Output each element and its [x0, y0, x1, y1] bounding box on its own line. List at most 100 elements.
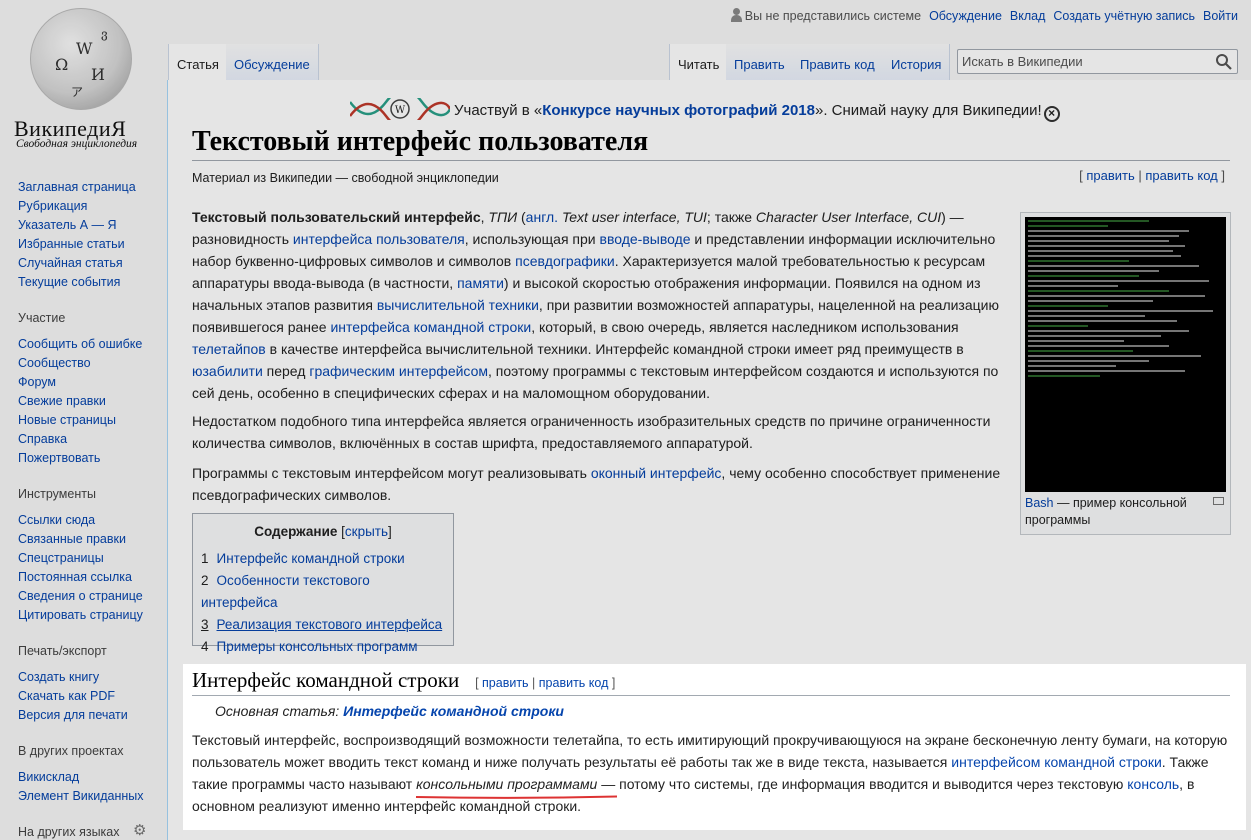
sidebar-item-current-events[interactable]: Текущие события	[18, 275, 120, 289]
main-article-hatnote: Основная статья: Интерфейс командной стр…	[215, 703, 564, 719]
link-user-interface[interactable]: интерфейса пользователя	[293, 231, 465, 247]
photo-contest-link[interactable]: Конкурсе научных фотографий 2018	[542, 102, 815, 119]
tab-edit[interactable]: Править	[726, 44, 794, 80]
sidebar-item-special-pages[interactable]: Спецстраницы	[18, 551, 104, 565]
contributions-link[interactable]: Вклад	[1010, 9, 1046, 23]
paragraph-3: Программы с текстовым интерфейсом могут …	[192, 465, 1001, 503]
dna-icon: W	[350, 98, 450, 120]
site-notice: W Участвуй в «Конкурсе научных фотографи…	[350, 98, 1060, 122]
page-title: Текстовый интерфейс пользователя	[192, 126, 1230, 161]
sidebar-item-what-links-here[interactable]: Ссылки сюда	[18, 513, 95, 527]
section-heading: Интерфейс командной строки [ править | п…	[192, 668, 1230, 696]
sidebar-group-title: В других проектах	[18, 744, 124, 758]
toc-item[interactable]: 3 Реализация текстового интерфейса	[201, 614, 445, 636]
sidebar-item-index[interactable]: Указатель А — Я	[18, 218, 117, 232]
edit-link[interactable]: править	[1086, 168, 1134, 183]
bash-screenshot[interactable]	[1025, 217, 1226, 492]
sidebar-item-commons[interactable]: Викисклад	[18, 770, 79, 784]
edit-code-link[interactable]: править код	[1145, 168, 1217, 183]
search-box	[957, 49, 1238, 74]
not-logged-in-label: Вы не представились системе	[730, 8, 921, 23]
link-computing[interactable]: вычислительной техники	[377, 297, 539, 313]
sidebar-item-featured[interactable]: Избранные статьи	[18, 237, 125, 251]
sidebar-item-new-pages[interactable]: Новые страницы	[18, 413, 116, 427]
sidebar-group-title: Инструменты	[18, 487, 96, 501]
link-pseudographics[interactable]: псевдографики	[515, 253, 615, 269]
create-account-link[interactable]: Создать учётную запись	[1053, 9, 1195, 23]
table-of-contents: Содержание [скрыть] 1 Интерфейс командной…	[192, 513, 454, 654]
link-cli[interactable]: интерфейса командной строки	[330, 319, 531, 335]
sidebar-item-forum[interactable]: Форум	[18, 375, 56, 389]
sidebar-item-help[interactable]: Справка	[18, 432, 67, 446]
sidebar-item-permanent-link[interactable]: Постоянная ссылка	[18, 570, 132, 584]
toc-hide-link[interactable]: скрыть	[345, 524, 388, 539]
user-icon	[730, 8, 742, 22]
sidebar-item-community[interactable]: Сообщество	[18, 356, 91, 370]
section-edit-link[interactable]: править	[482, 676, 529, 690]
sidebar-participation: Участие Сообщить об ошибке Сообщество Фо…	[0, 311, 160, 468]
sidebar-item-download-pdf[interactable]: Скачать как PDF	[18, 689, 115, 703]
link-usability[interactable]: юзабилити	[192, 363, 263, 379]
link-io[interactable]: вводе-выводе	[600, 231, 691, 247]
main-article-link[interactable]: Интерфейс командной строки	[343, 703, 564, 719]
tab-history[interactable]: История	[883, 44, 951, 80]
sidebar-item-main-page[interactable]: Заглавная страница	[18, 180, 136, 194]
tab-article[interactable]: Статья	[168, 44, 228, 80]
link-console[interactable]: консоль	[1127, 776, 1179, 792]
section-edit-code-link[interactable]: править код	[539, 676, 609, 690]
sidebar: Заглавная страница Рубрикация Указатель …	[0, 178, 160, 840]
close-icon[interactable]: ×	[1043, 106, 1060, 122]
talk-link[interactable]: Обсуждение	[929, 9, 1002, 23]
thumb-caption: Bash — пример консольной программы	[1025, 495, 1226, 529]
section-edit-links: [ править | править код ]	[1079, 168, 1225, 183]
sidebar-projects: В других проектах Викисклад Элемент Вики…	[0, 744, 160, 806]
enlarge-icon[interactable]	[1213, 497, 1224, 505]
sidebar-item-random[interactable]: Случайная статья	[18, 256, 123, 270]
link-memory[interactable]: памяти	[457, 275, 504, 291]
sidebar-print: Печать/экспорт Создать книгу Скачать как…	[0, 644, 160, 725]
toc-item[interactable]: 4 Примеры консольных программ	[201, 636, 445, 658]
tab-edit-code[interactable]: Править код	[792, 44, 884, 80]
section-paragraph: Текстовый интерфейс, воспроизводящий воз…	[192, 732, 1228, 814]
search-input[interactable]	[958, 50, 1198, 73]
sidebar-main-nav: Заглавная страница Рубрикация Указатель …	[0, 178, 160, 292]
console-programs-term: консольными программами	[416, 776, 598, 792]
login-link[interactable]: Войти	[1203, 9, 1238, 23]
svg-text:W: W	[395, 105, 406, 116]
sidebar-item-page-info[interactable]: Сведения о странице	[18, 589, 143, 603]
logo-tagline: Свободная энциклопедия	[16, 138, 138, 150]
puzzle-globe-icon: W Ω И ア ვ	[30, 8, 132, 110]
paragraph-2: Недостатком подобного типа интерфейса яв…	[192, 413, 991, 451]
bash-link[interactable]: Bash	[1025, 496, 1054, 510]
sidebar-item-report-error[interactable]: Сообщить об ошибке	[18, 337, 142, 351]
link-gui[interactable]: графическим интерфейсом	[309, 363, 488, 379]
sidebar-item-printable[interactable]: Версия для печати	[18, 708, 128, 722]
toc-item[interactable]: 1 Интерфейс командной строки	[201, 548, 445, 570]
sidebar-item-categories[interactable]: Рубрикация	[18, 199, 87, 213]
sidebar-tools: Инструменты Ссылки сюда Связанные правки…	[0, 487, 160, 625]
sidebar-group-title: Печать/экспорт	[18, 644, 107, 658]
red-underline-annotation	[415, 795, 618, 799]
sidebar-item-related-changes[interactable]: Связанные правки	[18, 532, 126, 546]
toc-title: Содержание [скрыть]	[254, 524, 392, 539]
link-window-interface[interactable]: оконный интерфейс	[591, 465, 722, 481]
intro-paragraph: Текстовый пользовательский интерфейс, ТП…	[192, 209, 999, 401]
gear-icon[interactable]: ⚙	[133, 821, 146, 839]
sidebar-languages: На других языках ⚙	[0, 822, 160, 839]
sidebar-item-recent-changes[interactable]: Свежие правки	[18, 394, 106, 408]
sidebar-group-title: Участие	[18, 311, 66, 325]
thumbnail: Bash — пример консольной программы	[1020, 212, 1231, 535]
link-cli-2[interactable]: интерфейсом командной строки	[951, 754, 1162, 770]
sidebar-item-create-book[interactable]: Создать книгу	[18, 670, 99, 684]
tab-read[interactable]: Читать	[669, 44, 729, 80]
search-icon[interactable]	[1215, 53, 1233, 71]
link-teletype[interactable]: телетайпов	[192, 341, 266, 357]
lang-en-link[interactable]: англ.	[526, 209, 558, 225]
tab-talk[interactable]: Обсуждение	[226, 44, 319, 80]
sidebar-item-donate[interactable]: Пожертвовать	[18, 451, 100, 465]
sidebar-item-wikidata[interactable]: Элемент Викиданных	[18, 789, 144, 803]
toc-item[interactable]: 2 Особенности текстового интерфейса	[201, 570, 445, 614]
wikipedia-logo[interactable]: W Ω И ア ვ ВикипедиЯ Свободная энциклопед…	[0, 0, 160, 160]
site-subtitle: Материал из Википедии — свободной энцикл…	[192, 171, 499, 185]
sidebar-item-cite-page[interactable]: Цитировать страницу	[18, 608, 143, 622]
